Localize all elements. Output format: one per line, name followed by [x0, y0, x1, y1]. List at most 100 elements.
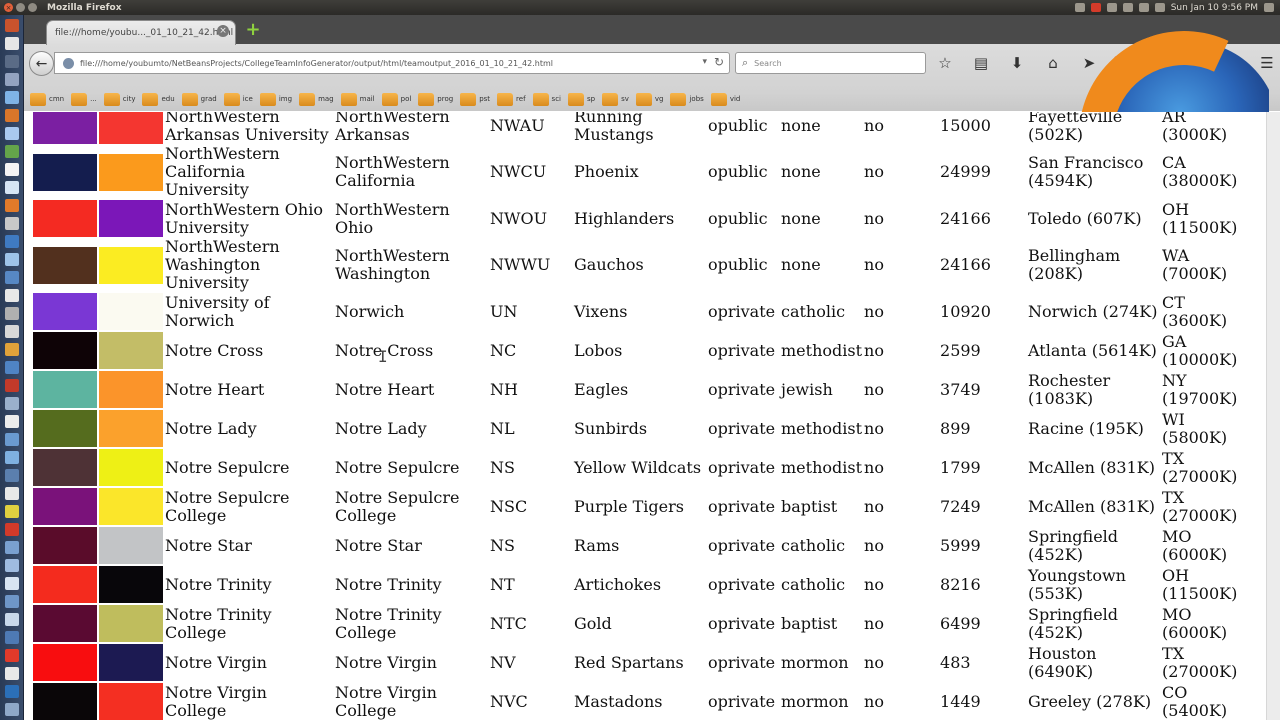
enrollment-cell: 483: [940, 652, 971, 672]
bookmark-folder[interactable]: ...: [71, 89, 97, 109]
launcher-app-icon[interactable]: [5, 73, 19, 86]
reload-icon[interactable]: ↻: [714, 55, 724, 69]
launcher-app-icon[interactable]: [5, 19, 19, 32]
launcher-app-icon[interactable]: [5, 541, 19, 554]
bookmark-folder[interactable]: ice: [223, 89, 253, 109]
bookmark-folder[interactable]: sci: [532, 89, 561, 109]
state-cell: OH (11500K): [1162, 565, 1238, 603]
bookmark-folder[interactable]: jobs: [670, 89, 704, 109]
download-icon[interactable]: ⬇: [1006, 54, 1028, 72]
launcher-app-icon[interactable]: [5, 127, 19, 140]
url-bar[interactable]: file:///home/youbumto/NetBeansProjects/C…: [54, 52, 730, 74]
launcher-app-icon[interactable]: [5, 253, 19, 266]
bookmark-folder[interactable]: grad: [181, 89, 217, 109]
launcher-app-icon[interactable]: [5, 145, 19, 158]
bookmark-star-icon[interactable]: ☆: [934, 54, 956, 72]
vertical-scrollbar[interactable]: [1266, 112, 1280, 720]
launcher-app-icon[interactable]: [5, 37, 19, 50]
color-cell: [98, 199, 164, 238]
close-window-icon[interactable]: ×: [4, 3, 13, 12]
bookmark-folder[interactable]: edu: [142, 89, 175, 109]
school-type-cell: oprivate: [708, 496, 776, 516]
record-icon[interactable]: [1090, 3, 1101, 12]
home-icon[interactable]: ⌂: [1042, 54, 1064, 72]
indicator-icon[interactable]: [1074, 3, 1085, 12]
launcher-app-icon[interactable]: [5, 703, 19, 716]
launcher-app-icon[interactable]: [5, 289, 19, 302]
launcher-app-icon[interactable]: [5, 109, 19, 122]
arrow-left-icon: ←: [35, 55, 48, 72]
minimize-window-icon[interactable]: [16, 3, 25, 12]
launcher-app-icon[interactable]: [5, 577, 19, 590]
bookmark-folder[interactable]: pol: [381, 89, 411, 109]
launcher-app-icon[interactable]: [5, 235, 19, 248]
launcher-app-icon[interactable]: [5, 613, 19, 626]
indicator-icon[interactable]: [1106, 3, 1117, 12]
enrollment-cell: 10920: [940, 301, 991, 321]
volume-icon[interactable]: [1154, 3, 1165, 12]
launcher-app-icon[interactable]: [5, 361, 19, 374]
launcher-app-icon[interactable]: [5, 505, 19, 518]
launcher-app-icon[interactable]: [5, 523, 19, 536]
folder-icon: [30, 92, 46, 106]
bookmark-folder[interactable]: vid: [710, 89, 740, 109]
network-icon[interactable]: [1122, 3, 1133, 12]
bookmark-folder[interactable]: cmn: [30, 89, 64, 109]
bookmark-folder[interactable]: prog: [418, 89, 453, 109]
launcher-app-icon[interactable]: [5, 271, 19, 284]
launcher-app-icon[interactable]: [5, 559, 19, 572]
tab-active[interactable]: file:///home/youbu..._01_10_21_42.html: [46, 20, 236, 45]
launcher-app-icon[interactable]: [5, 451, 19, 464]
bookmark-folder[interactable]: vg: [635, 89, 663, 109]
launcher-app-icon[interactable]: [5, 307, 19, 320]
launcher-app-icon[interactable]: [5, 487, 19, 500]
mail-icon[interactable]: [1138, 3, 1149, 12]
launcher-app-icon[interactable]: [5, 595, 19, 608]
maximize-window-icon[interactable]: [28, 3, 37, 12]
page-content: NorthWestern Arkansas University NorthWes…: [24, 112, 1280, 720]
launcher-app-icon[interactable]: [5, 91, 19, 104]
launcher-app-icon[interactable]: [5, 217, 19, 230]
launcher-app-icon[interactable]: [5, 55, 19, 68]
launcher-app-icon[interactable]: [5, 469, 19, 482]
college-name-cell: NorthWestern Ohio University: [165, 199, 323, 237]
state-cell: WI (5800K): [1162, 409, 1228, 447]
new-tab-plus-icon[interactable]: +: [244, 21, 262, 39]
reading-list-icon[interactable]: ▤: [970, 54, 992, 72]
bookmark-folder[interactable]: mail: [340, 89, 375, 109]
secondary-color-swatch: [99, 527, 163, 564]
bookmark-folder[interactable]: sv: [602, 89, 629, 109]
mascot-cell: Purple Tigers: [574, 496, 684, 516]
bookmark-folder[interactable]: img: [259, 89, 292, 109]
launcher-app-icon[interactable]: [5, 631, 19, 644]
launcher-app-icon[interactable]: [5, 163, 19, 176]
back-button[interactable]: ←: [29, 51, 54, 76]
bookmark-folder[interactable]: sp: [568, 89, 595, 109]
launcher-app-icon[interactable]: [5, 685, 19, 698]
college-name-cell: University of Norwich: [165, 292, 270, 330]
launcher-app-icon[interactable]: [5, 379, 19, 392]
launcher-app-icon[interactable]: [5, 181, 19, 194]
launcher-app-icon[interactable]: [5, 667, 19, 680]
bookmark-folder[interactable]: city: [103, 89, 135, 109]
launcher-app-icon[interactable]: [5, 397, 19, 410]
college-name-cell: Notre Lady: [165, 418, 257, 438]
bookmark-folder[interactable]: mag: [299, 89, 334, 109]
flag-cell: no: [864, 418, 884, 438]
settings-gear-icon[interactable]: [1264, 3, 1274, 12]
launcher-app-icon[interactable]: [5, 415, 19, 428]
folder-icon: [568, 92, 584, 106]
launcher-app-icon[interactable]: [5, 325, 19, 338]
flag-cell: no: [864, 340, 884, 360]
launcher-app-icon[interactable]: [5, 343, 19, 356]
launcher-app-icon[interactable]: [5, 199, 19, 212]
tab-close-icon[interactable]: ×: [217, 25, 229, 37]
bookmark-folder[interactable]: pst: [460, 89, 490, 109]
clock[interactable]: Sun Jan 10 9:56 PM: [1171, 3, 1258, 13]
launcher-app-icon[interactable]: [5, 433, 19, 446]
chevron-down-icon[interactable]: ▾: [702, 57, 707, 67]
bookmark-folder[interactable]: ref: [497, 89, 526, 109]
team-table-body: NorthWestern Arkansas University NorthWes…: [32, 112, 1241, 720]
search-input[interactable]: ⌕ Search: [735, 52, 926, 74]
launcher-app-icon[interactable]: [5, 649, 19, 662]
